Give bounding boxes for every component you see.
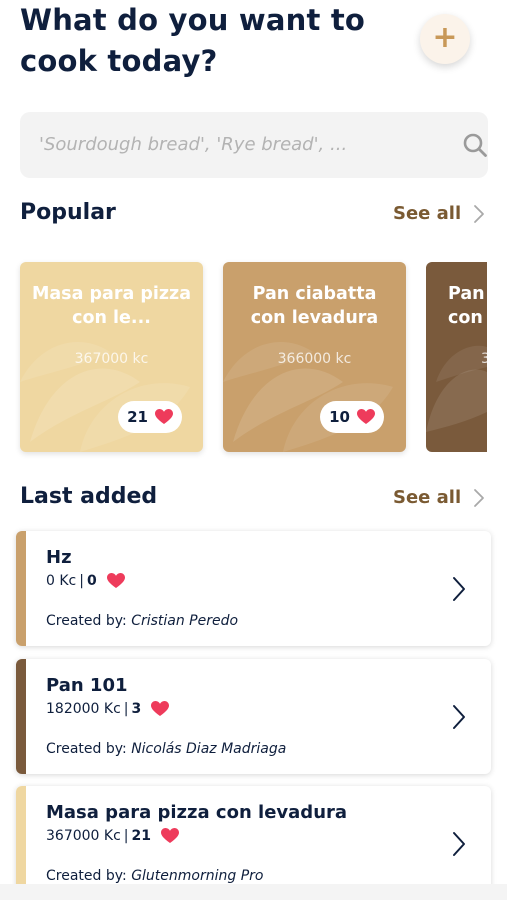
popular-card[interactable]: Masa para pizza con le... 367000 kc 21 — [20, 262, 203, 452]
like-count: 10 — [329, 408, 350, 426]
heart-icon — [160, 828, 179, 843]
recipe-author-line: Created by: Cristian Peredo — [46, 613, 238, 629]
page-title: What do you want to cook today? — [20, 3, 366, 78]
recipe-meta: 182000 Kc | 3 — [46, 701, 170, 717]
recipe-author-line: Created by: Glutenmorning Pro — [46, 868, 263, 884]
recipe-meta: 367000 Kc | 21 — [46, 828, 179, 844]
search-input[interactable]: 'Sourdough bread', 'Rye bread', ... — [20, 112, 488, 178]
see-all-label: See all — [393, 203, 462, 224]
search-icon[interactable] — [462, 132, 488, 158]
recipe-calories: 182000 Kc — [46, 701, 121, 717]
recipe-name: Pan 101 — [46, 675, 128, 696]
popular-see-all-link[interactable]: See all — [393, 203, 485, 224]
heart-icon — [106, 573, 125, 588]
chevron-right-icon — [474, 204, 485, 223]
card-title: Pan ciabatta con levadura — [250, 284, 379, 328]
recipe-likes: 21 — [131, 828, 151, 844]
created-by-label: Created by: — [46, 868, 132, 884]
chevron-right-icon — [474, 488, 485, 507]
like-badge[interactable]: 21 — [118, 401, 182, 433]
like-badge[interactable]: 10 — [320, 401, 384, 433]
heart-icon — [154, 409, 173, 424]
search-placeholder: 'Sourdough bread', 'Rye bread', ... — [39, 134, 348, 155]
popular-section-title: Popular — [20, 200, 116, 225]
color-bar — [16, 659, 26, 774]
card-title: Pan con — [448, 284, 485, 328]
card-calories: 366000 kc — [277, 351, 352, 367]
recipe-calories: 0 Kc — [46, 573, 77, 589]
chevron-right-icon[interactable] — [451, 703, 467, 731]
last-added-see-all-link[interactable]: See all — [393, 487, 485, 508]
recipe-calories: 367000 Kc — [46, 828, 121, 844]
recipe-list-item[interactable]: Pan 101 182000 Kc | 3 Created by: Nicolá… — [16, 659, 491, 774]
heart-icon — [151, 701, 170, 716]
recipe-meta: 0 Kc | 0 — [46, 573, 125, 589]
color-bar — [16, 786, 26, 900]
heart-icon — [356, 409, 375, 424]
recipe-author: Cristian Peredo — [131, 613, 239, 629]
last-added-section-title: Last added — [20, 484, 158, 509]
bottom-edge — [0, 884, 507, 900]
recipe-list-item[interactable]: Hz 0 Kc | 0 Created by: Cristian Peredo — [16, 531, 491, 646]
recipe-author: Nicolás Diaz Madriaga — [131, 741, 287, 757]
recipe-likes: 0 — [86, 573, 97, 589]
recipe-author-line: Created by: Nicolás Diaz Madriaga — [46, 741, 286, 757]
created-by-label: Created by: — [46, 741, 132, 757]
recipe-likes: 3 — [131, 701, 142, 717]
like-count: 21 — [127, 408, 148, 426]
recipe-name: Masa para pizza con levadura — [46, 802, 348, 823]
recipe-list-item[interactable]: Masa para pizza con levadura 367000 Kc |… — [16, 786, 491, 900]
chevron-right-icon[interactable] — [451, 575, 467, 603]
card-calories: 367000 kc — [74, 351, 149, 367]
see-all-label: See all — [393, 487, 462, 508]
color-bar — [16, 531, 26, 646]
popular-card[interactable]: Pan ciabatta con levadura 366000 kc 10 — [223, 262, 406, 452]
card-calories: 3 — [481, 351, 487, 367]
popular-card[interactable]: Pan con 3 — [426, 262, 487, 452]
card-title: Masa para pizza con le... — [31, 284, 192, 328]
plus-icon: + — [432, 20, 458, 55]
created-by-label: Created by: — [46, 613, 132, 629]
recipe-name: Hz — [46, 547, 72, 568]
recipe-author: Glutenmorning Pro — [131, 868, 264, 884]
chevron-right-icon[interactable] — [451, 830, 467, 858]
add-recipe-button[interactable]: + — [420, 14, 470, 64]
